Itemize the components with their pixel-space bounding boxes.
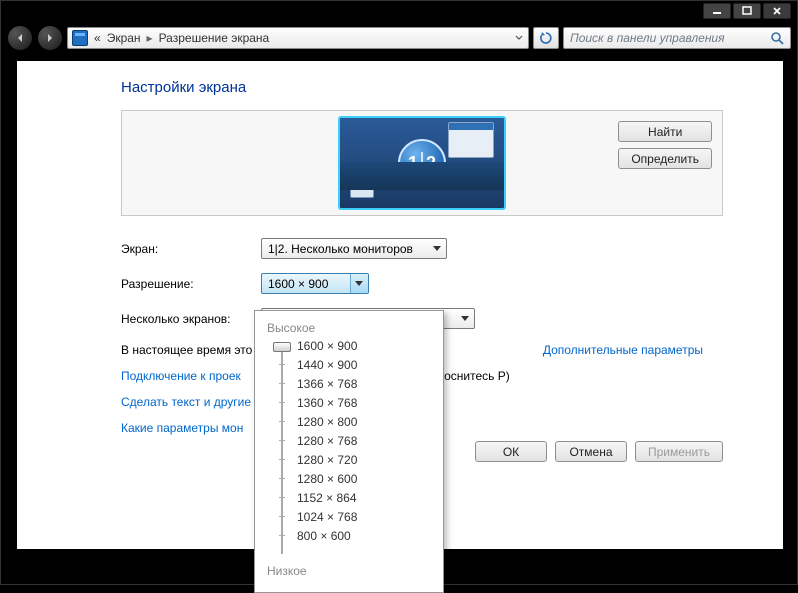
resolution-slider-thumb[interactable] xyxy=(273,342,291,352)
titlebar xyxy=(1,1,797,21)
projector-hint: оснитесь P) xyxy=(444,369,510,383)
advanced-settings-link[interactable]: Дополнительные параметры xyxy=(543,343,703,357)
address-bar[interactable]: « Экран ▸ Разрешение экрана xyxy=(67,27,529,49)
resolution-option[interactable]: 1024 × 768 xyxy=(297,510,357,524)
resolution-option[interactable]: 800 × 600 xyxy=(297,529,357,543)
chevron-down-icon xyxy=(461,316,469,321)
resolution-high-label: Высокое xyxy=(267,321,433,335)
back-button[interactable] xyxy=(7,25,33,51)
monitor-taskbar-thumb xyxy=(350,178,374,198)
breadcrumb-item[interactable]: Экран xyxy=(107,31,141,45)
which-params-link[interactable]: Какие параметры мон xyxy=(121,421,243,435)
monitor-badge-divider xyxy=(421,152,423,174)
minimize-button[interactable] xyxy=(703,3,731,19)
forward-button[interactable] xyxy=(37,25,63,51)
screen-label: Экран: xyxy=(121,242,261,256)
resolution-option[interactable]: 1360 × 768 xyxy=(297,396,357,410)
resolution-low-label: Низкое xyxy=(267,564,433,578)
search-icon xyxy=(770,31,784,45)
window-frame: « Экран ▸ Разрешение экрана Поиск в пане… xyxy=(0,0,798,585)
screen-select[interactable]: 1|2. Несколько мониторов xyxy=(261,238,447,259)
search-box[interactable]: Поиск в панели управления xyxy=(563,27,791,49)
monitor-preview-panel: 1 2 Найти Определить xyxy=(121,110,723,216)
resolution-values-list: 1600 × 900 1440 × 900 1366 × 768 1360 × … xyxy=(297,339,357,560)
resolution-option[interactable]: 1280 × 720 xyxy=(297,453,357,467)
status-text: В настоящее время это xyxy=(121,343,252,357)
resolution-option[interactable]: 1366 × 768 xyxy=(297,377,357,391)
screen-select-value: 1|2. Несколько мониторов xyxy=(268,242,413,256)
cancel-button[interactable]: Отмена xyxy=(555,441,627,462)
chevron-down-icon xyxy=(355,281,363,286)
resolution-option[interactable]: 1280 × 600 xyxy=(297,472,357,486)
page-title: Настройки экрана xyxy=(121,79,783,96)
close-button[interactable] xyxy=(763,3,791,19)
monitor-thumbnail[interactable]: 1 2 xyxy=(338,116,506,210)
chevron-down-icon xyxy=(433,246,441,251)
ok-button[interactable]: ОК xyxy=(475,441,547,462)
resolution-option[interactable]: 1152 × 864 xyxy=(297,491,357,505)
monitor-number-2: 2 xyxy=(426,153,436,174)
projector-link[interactable]: Подключение к проек xyxy=(121,369,241,383)
resolution-option[interactable]: 1600 × 900 xyxy=(297,339,357,353)
resolution-option[interactable]: 1440 × 900 xyxy=(297,358,357,372)
resolution-select-value: 1600 × 900 xyxy=(268,277,328,291)
resolution-popup[interactable]: Высокое 1600 × 900 1440 × 900 1366 × 768… xyxy=(254,310,444,593)
find-button[interactable]: Найти xyxy=(618,121,712,142)
text-size-link[interactable]: Сделать текст и другие xyxy=(121,395,251,409)
control-panel-icon xyxy=(72,30,88,46)
resolution-option[interactable]: 1280 × 800 xyxy=(297,415,357,429)
refresh-button[interactable] xyxy=(533,27,559,49)
resolution-slider-track[interactable] xyxy=(279,345,285,554)
chevron-right-icon: ▸ xyxy=(147,31,153,45)
monitor-number-1: 1 xyxy=(408,153,418,174)
nav-bar: « Экран ▸ Разрешение экрана Поиск в пане… xyxy=(1,21,797,55)
multiple-label: Несколько экранов: xyxy=(121,312,261,326)
search-placeholder: Поиск в панели управления xyxy=(570,31,725,45)
address-dropdown-icon[interactable] xyxy=(514,31,524,48)
monitor-ghost-window xyxy=(448,122,494,158)
maximize-button[interactable] xyxy=(733,3,761,19)
resolution-option[interactable]: 1280 × 768 xyxy=(297,434,357,448)
breadcrumb-prefix: « xyxy=(94,31,101,45)
identify-button[interactable]: Определить xyxy=(618,148,712,169)
monitor-badge: 1 2 xyxy=(398,139,446,187)
breadcrumb-item[interactable]: Разрешение экрана xyxy=(159,31,270,45)
resolution-label: Разрешение: xyxy=(121,277,261,291)
resolution-select[interactable]: 1600 × 900 xyxy=(261,273,369,294)
apply-button[interactable]: Применить xyxy=(635,441,723,462)
